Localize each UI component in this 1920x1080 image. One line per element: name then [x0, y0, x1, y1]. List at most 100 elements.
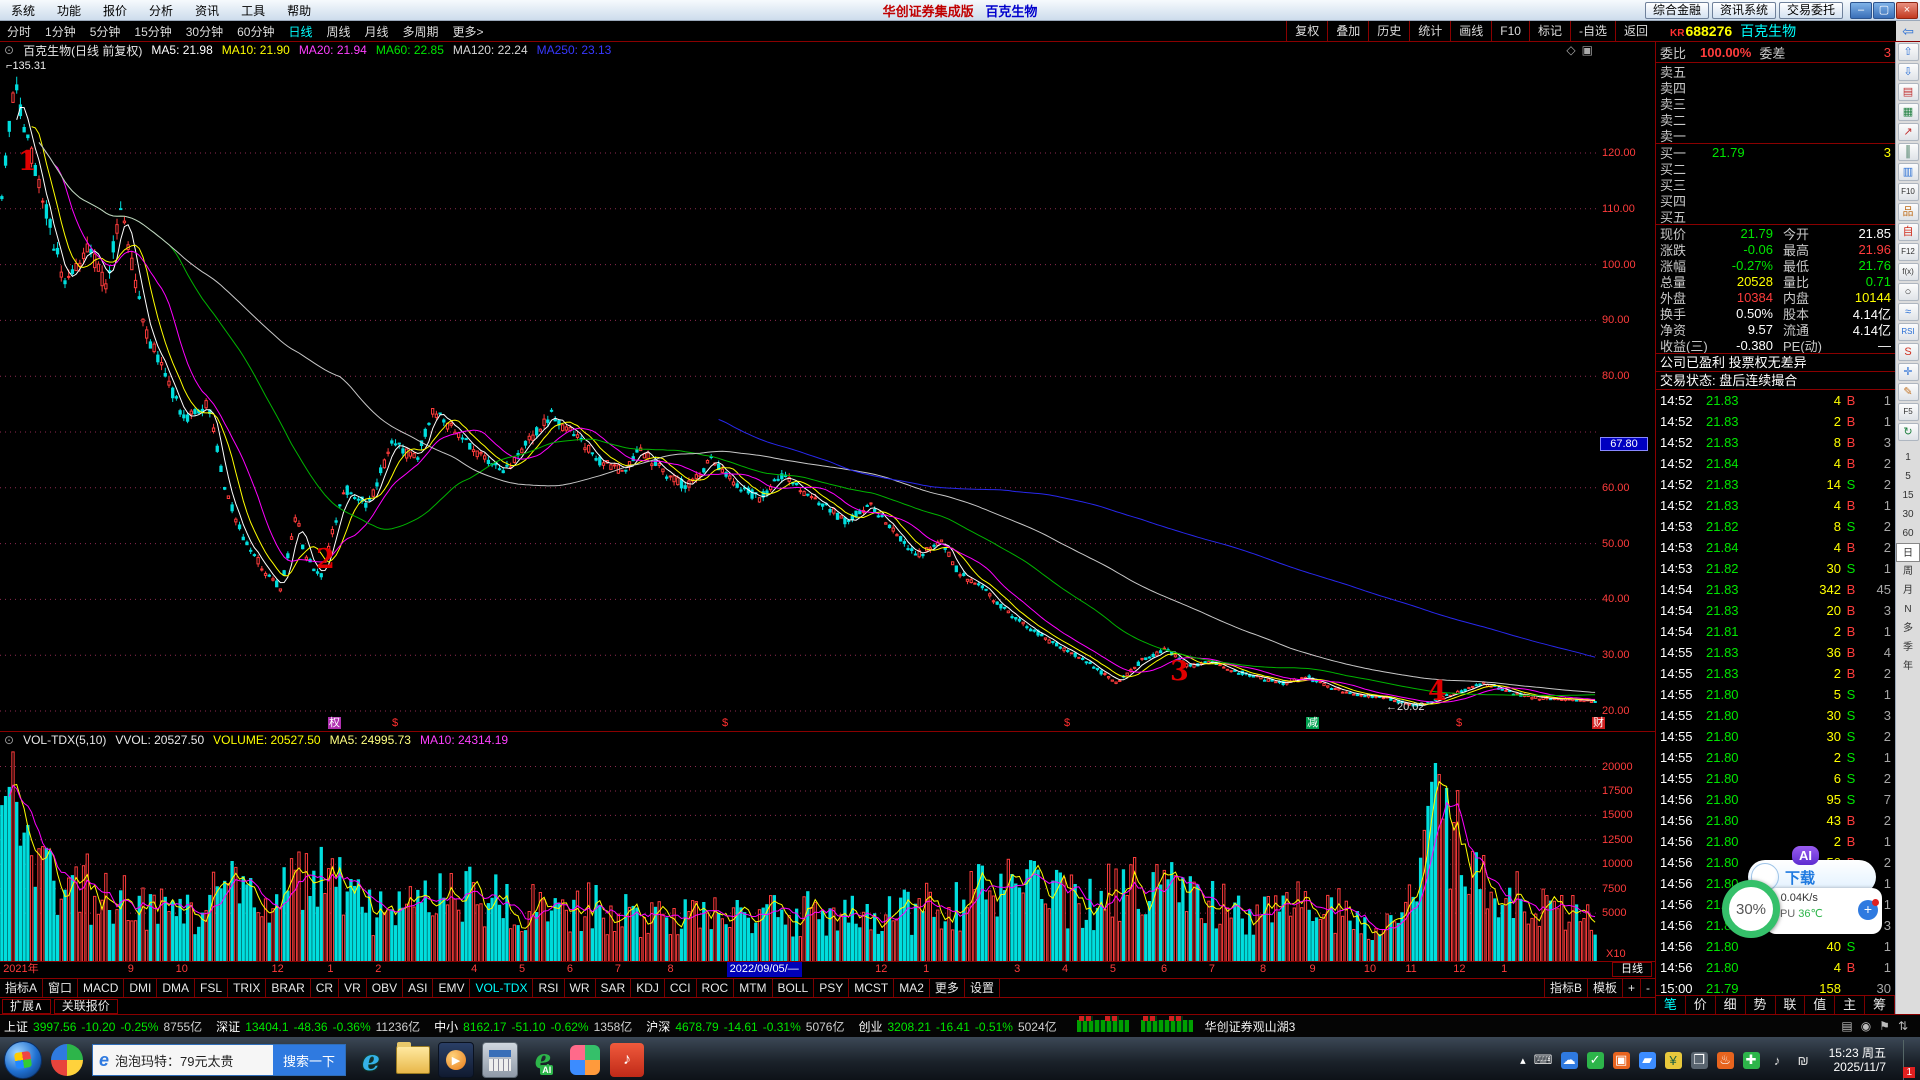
indicator-tab-PSY[interactable]: PSY [814, 979, 849, 997]
cctv-icon[interactable]: ▣ [1613, 1052, 1630, 1069]
status-icon[interactable]: ⚑ [1879, 1019, 1890, 1033]
search-button[interactable]: 搜索一下 [273, 1045, 345, 1075]
toolbar-button-返回[interactable]: 返回 [1615, 21, 1656, 41]
taskbar-clock[interactable]: 15:23 周五 2025/11/7 [1829, 1046, 1886, 1074]
period-shortcut-季[interactable]: 季 [1896, 638, 1920, 657]
period-shortcut-周[interactable]: 周 [1896, 562, 1920, 581]
menu-item-系统[interactable]: 系统 [0, 2, 46, 19]
chart-corner-icon[interactable]: ◇ [1566, 43, 1575, 57]
indicator-tab-MTM[interactable]: MTM [734, 979, 772, 997]
toolbar-button-标记[interactable]: 标记 [1529, 21, 1570, 41]
toolbar-button-统计[interactable]: 统计 [1409, 21, 1450, 41]
expand-item-扩展∧[interactable]: 扩展∧ [2, 999, 51, 1014]
index-quote-中小[interactable]: 中小8162.17-51.10-0.62%1358亿 [434, 1018, 632, 1035]
indicator-tab-RSI[interactable]: RSI [533, 979, 564, 997]
quote-grid-icon[interactable]: ▦ [1898, 103, 1919, 121]
event-marker[interactable]: $ [1064, 717, 1070, 729]
event-marker[interactable]: 权 [328, 717, 341, 729]
index-quote-上证[interactable]: 上证3997.56-10.20-0.25%8755亿 [4, 1018, 202, 1035]
timeframe-5分钟[interactable]: 5分钟 [83, 23, 128, 40]
taskbar-search[interactable]: e 泡泡玛特：79元太贵 搜索一下 [92, 1044, 346, 1076]
accelerator-overlay[interactable]: 下载 AI 30% ↑ 0.04K/s CPU 36℃ + [1722, 836, 1882, 956]
indicator-tab-SAR[interactable]: SAR [596, 979, 632, 997]
indicator-tab-设置[interactable]: 设置 [965, 979, 1000, 997]
indicator-tab-WR[interactable]: WR [565, 979, 596, 997]
collapse-icon[interactable]: ⊙ [4, 733, 14, 747]
event-marker[interactable]: $ [392, 717, 398, 729]
move-icon[interactable]: ✛ [1898, 363, 1919, 381]
chart-corner-icons[interactable]: ◇▣ [1566, 43, 1655, 57]
panel-tab-细[interactable]: 细 [1716, 996, 1746, 1014]
menu-item-报价[interactable]: 报价 [92, 2, 138, 19]
memory-ring[interactable]: 30% [1722, 880, 1780, 938]
panel-tab-主[interactable]: 主 [1835, 996, 1865, 1014]
taskbar-app-red[interactable]: ♪ [610, 1043, 644, 1077]
timeframe-日线[interactable]: 日线 [281, 23, 319, 40]
period-shortcut-多[interactable]: 多 [1896, 619, 1920, 638]
ai-badge[interactable]: AI [1792, 846, 1819, 865]
circle-icon[interactable]: ○ [1898, 283, 1919, 301]
rsi-icon[interactable]: RSI [1898, 323, 1919, 341]
menu-item-功能[interactable]: 功能 [46, 2, 92, 19]
indicator-tab-OBV[interactable]: OBV [367, 979, 403, 997]
timeframe-多周期[interactable]: 多周期 [396, 23, 446, 40]
title-button-资讯系统[interactable]: 资讯系统 [1712, 2, 1776, 19]
indicator-tab-DMI[interactable]: DMI [124, 979, 157, 997]
period-shortcut-60[interactable]: 60 [1896, 524, 1920, 543]
period-shortcut-5[interactable]: 5 [1896, 467, 1920, 486]
kline-icon[interactable]: ║ [1898, 143, 1919, 161]
tray-expand-icon[interactable]: ▴ [1520, 1054, 1526, 1067]
windows-stack-icon[interactable]: ❒ [1691, 1052, 1708, 1069]
menu-item-资讯[interactable]: 资讯 [184, 2, 230, 19]
period-shortcut-30[interactable]: 30 [1896, 505, 1920, 524]
toolbar-button-画线[interactable]: 画线 [1450, 21, 1491, 41]
formula-icon[interactable]: f(x) [1898, 263, 1919, 281]
cloud-icon[interactable]: ☁ [1561, 1052, 1578, 1069]
toolbar-button-复权[interactable]: 复权 [1286, 21, 1327, 41]
indicator-tab-BOLL[interactable]: BOLL [773, 979, 815, 997]
timeframe-月线[interactable]: 月线 [358, 23, 396, 40]
indicator-tab-MACD[interactable]: MACD [78, 979, 124, 997]
panel-tab-势[interactable]: 势 [1746, 996, 1776, 1014]
up-arrow-icon[interactable]: ⇧ [1898, 43, 1919, 61]
indicator-tab-BRAR[interactable]: BRAR [266, 979, 310, 997]
keyboard-icon[interactable]: ⌨ [1535, 1052, 1552, 1069]
refresh-icon[interactable]: ↻ [1898, 423, 1919, 441]
close-button[interactable]: × [1896, 2, 1918, 19]
indicator-tab-KDJ[interactable]: KDJ [631, 979, 665, 997]
title-button-交易委托[interactable]: 交易委托 [1779, 2, 1843, 19]
minimize-button[interactable]: – [1850, 2, 1872, 19]
indicator-button-+[interactable]: + [1622, 979, 1640, 997]
panel-tab-值[interactable]: 值 [1805, 996, 1835, 1014]
tree-icon[interactable]: 品 [1898, 203, 1919, 221]
menu-item-分析[interactable]: 分析 [138, 2, 184, 19]
panel-tab-筹[interactable]: 筹 [1865, 996, 1895, 1014]
toolbar-button--自选[interactable]: -自选 [1570, 21, 1615, 41]
news-icon[interactable]: ▥ [1898, 163, 1919, 181]
indicator-tab-FSL[interactable]: FSL [195, 979, 228, 997]
back-arrow-icon[interactable]: ⇦ [1896, 21, 1920, 41]
period-shortcut-1[interactable]: 1 [1896, 448, 1920, 467]
speaker-icon[interactable]: ♪ [1769, 1052, 1786, 1069]
indicator-tab-指标A[interactable]: 指标A [0, 979, 43, 997]
index-quote-创业[interactable]: 创业3208.21-16.41-0.51%5024亿 [858, 1018, 1056, 1035]
timeframe-1分钟[interactable]: 1分钟 [38, 23, 83, 40]
edit-icon[interactable]: ✎ [1898, 383, 1919, 401]
taskbar-app-browser360[interactable]: eAI [526, 1043, 560, 1077]
status-icon[interactable]: ◉ [1861, 1019, 1871, 1033]
indicator-tab-TRIX[interactable]: TRIX [228, 979, 266, 997]
toolbar-button-历史[interactable]: 历史 [1368, 21, 1409, 41]
indicator-tab-MCST[interactable]: MCST [849, 979, 894, 997]
indicator-tab-VR[interactable]: VR [339, 979, 367, 997]
status-icon[interactable]: ⇅ [1898, 1019, 1908, 1033]
panel-tab-价[interactable]: 价 [1686, 996, 1716, 1014]
index-quote-深证[interactable]: 深证13404.1-48.36-0.36%11236亿 [216, 1018, 420, 1035]
custom-icon[interactable]: 自 [1898, 223, 1919, 241]
indicator-tab-VOL-TDX[interactable]: VOL-TDX [470, 979, 533, 997]
trend-icon[interactable]: ↗ [1898, 123, 1919, 141]
restore-button[interactable]: ▢ [1873, 2, 1895, 19]
period-shortcut-N[interactable]: N [1896, 600, 1920, 619]
coin-icon[interactable]: ¥ [1665, 1052, 1682, 1069]
indicator-tab-ROC[interactable]: ROC [697, 979, 735, 997]
safe-check-icon[interactable]: ✓ [1587, 1052, 1604, 1069]
